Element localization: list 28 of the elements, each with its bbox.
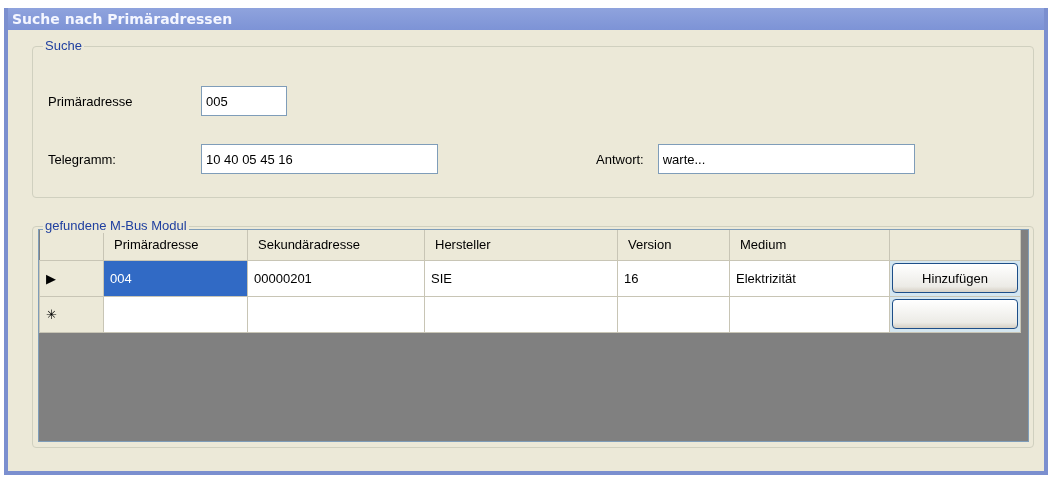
window-title: Suche nach Primäradressen [12,11,233,27]
add-button[interactable]: Hinzufügen [892,263,1018,293]
table-cell[interactable] [247,296,425,332]
table-cell[interactable] [729,296,890,332]
column-header[interactable]: Hersteller [424,230,618,260]
primary-address-label: Primäradresse [48,93,134,109]
answer-label: Antwort: [596,151,644,167]
table-cell[interactable]: SIE [424,260,618,296]
row-indicator: ▶ [39,260,104,296]
table-cell[interactable] [424,296,618,332]
table-cell[interactable]: 16 [617,260,730,296]
group-title: Suche [43,38,84,53]
input-field[interactable]: 10 40 05 45 16 [201,144,438,174]
column-header[interactable]: Sekundäradresse [247,230,425,260]
table-cell[interactable]: 00000201 [247,260,425,296]
column-header[interactable]: Medium [729,230,890,260]
grid-button[interactable] [892,298,1018,329]
table-cell[interactable] [617,296,730,332]
group-title: gefundene M-Bus Modul [43,218,189,233]
input-field[interactable]: 005 [201,86,287,116]
row-indicator: ✳ [39,296,104,332]
table-cell[interactable] [103,296,248,332]
column-header[interactable]: Version [617,230,730,260]
table-cell[interactable]: 004 [103,260,248,296]
table-cell[interactable]: Elektrizität [729,260,890,296]
telegram-label: Telegramm: [48,151,117,167]
input-field[interactable]: warte... [657,144,915,174]
column-header[interactable]: Primäradresse [103,230,248,260]
